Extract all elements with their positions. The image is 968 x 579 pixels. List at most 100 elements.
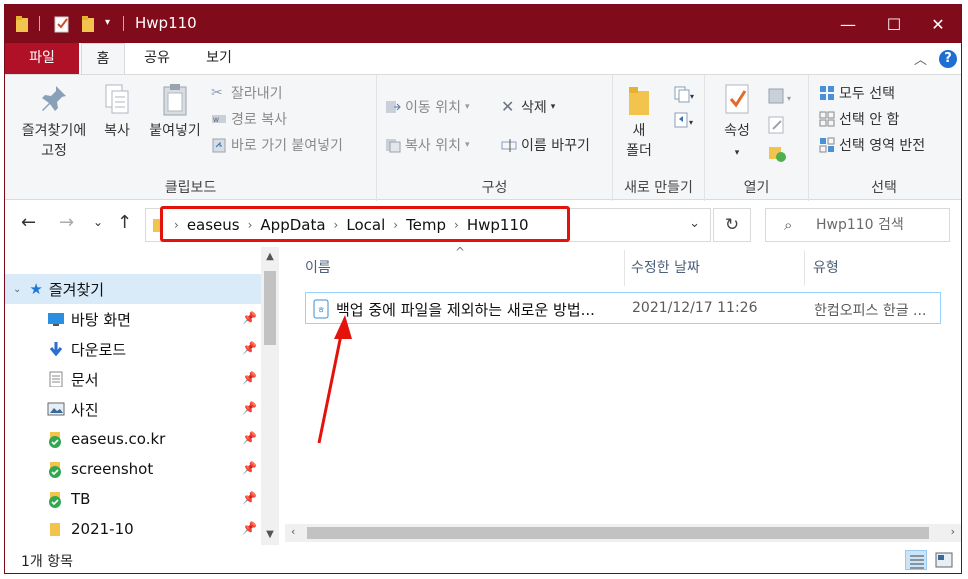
pin-icon[interactable]: 📌: [242, 461, 257, 475]
new-folder-button[interactable]: 새 폴더: [619, 83, 659, 161]
scroll-up-icon[interactable]: ▲: [261, 251, 279, 262]
select-all-button[interactable]: 모두 선택: [819, 83, 895, 103]
rename-button[interactable]: 이름 바꾸기: [501, 135, 590, 155]
paste-label: 붙여넣기: [149, 123, 201, 139]
pin-icon[interactable]: 📌: [242, 341, 257, 355]
nav-quick-access[interactable]: ⌄ ★ 즐겨찾기: [5, 274, 261, 304]
nav-item-label: 2021-10: [71, 520, 134, 538]
tab-file[interactable]: 파일: [5, 43, 79, 74]
tab-home[interactable]: 홈: [81, 43, 125, 75]
svg-text:▾: ▾: [689, 118, 693, 127]
paste-button[interactable]: 붙여넣기: [143, 83, 207, 141]
file-list-horizontal-scrollbar[interactable]: ‹ ›: [285, 524, 961, 542]
svg-text:ㅎ: ㅎ: [317, 306, 325, 316]
pin-icon[interactable]: 📌: [242, 491, 257, 505]
forward-arrow-icon[interactable]: →: [59, 212, 74, 233]
new-item-icon[interactable]: ▾: [673, 85, 697, 103]
back-arrow-icon[interactable]: ←: [21, 212, 36, 233]
breadcrumb-separator-icon[interactable]: ›: [334, 218, 339, 232]
separator: [123, 16, 124, 31]
window-title: Hwp110: [135, 14, 197, 32]
tab-share[interactable]: 공유: [135, 43, 179, 74]
breadcrumb-item[interactable]: Hwp110: [467, 216, 529, 234]
copy-to-button[interactable]: 복사 위치 ▾: [385, 135, 470, 155]
close-button[interactable]: ✕: [915, 5, 961, 43]
scroll-left-icon[interactable]: ‹: [291, 525, 295, 538]
breadcrumb-separator-icon[interactable]: ›: [174, 218, 179, 232]
delete-button[interactable]: ✕ 삭제 ▾: [501, 97, 555, 117]
properties-icon: [725, 84, 749, 114]
breadcrumb-separator-icon[interactable]: ›: [454, 218, 459, 232]
nav-pane-scrollbar[interactable]: ▲ ▼: [261, 247, 279, 545]
up-arrow-icon[interactable]: ↑: [117, 212, 132, 233]
minimize-button[interactable]: —: [825, 5, 871, 43]
easy-access-icon[interactable]: ▾: [673, 111, 697, 129]
invert-selection-icon: [819, 137, 835, 153]
nav-item-label: 사진: [71, 400, 99, 419]
nav-item-desktop[interactable]: 바탕 화면 📌: [5, 304, 261, 334]
new-folder-quick-icon[interactable]: [81, 15, 97, 33]
invert-selection-button[interactable]: 선택 영역 반전: [819, 135, 925, 155]
address-bar[interactable]: › easeus › AppData › Local › Temp › Hwp1…: [145, 208, 711, 242]
column-header-type[interactable]: 유형: [805, 250, 955, 286]
breadcrumb-separator-icon[interactable]: ›: [393, 218, 398, 232]
pin-icon[interactable]: 📌: [242, 401, 257, 415]
nav-item-downloads[interactable]: 다운로드 📌: [5, 334, 261, 364]
clipboard-group-label: 클립보드: [164, 180, 217, 196]
move-to-label: 이동 위치: [405, 100, 461, 116]
nav-item-screenshot[interactable]: screenshot 📌: [5, 454, 261, 484]
copy-button[interactable]: 복사: [97, 83, 137, 141]
breadcrumb: › easeus › AppData › Local › Temp › Hwp1…: [152, 209, 529, 241]
help-icon[interactable]: ?: [939, 50, 957, 68]
pin-icon[interactable]: 📌: [242, 431, 257, 445]
collapse-ribbon-chevron-icon[interactable]: ︿: [914, 49, 927, 68]
address-dropdown-chevron-icon[interactable]: ⌄: [689, 216, 700, 231]
column-header-modified[interactable]: 수정한 날짜: [625, 250, 805, 286]
select-none-button[interactable]: 선택 안 함: [819, 109, 899, 129]
pin-to-quick-access-button[interactable]: 즐겨찾기에 고정: [11, 83, 97, 161]
breadcrumb-separator-icon[interactable]: ›: [248, 218, 253, 232]
cut-button[interactable]: ✂ 잘라내기: [211, 83, 283, 103]
nav-item-tb[interactable]: TB 📌: [5, 484, 261, 514]
rename-icon: [501, 139, 517, 152]
edit-icon[interactable]: [767, 115, 787, 135]
file-row[interactable]: ㅎ 백업 중에 파일을 제외하는 새로운 방법... 2021/12/17 11…: [305, 292, 941, 324]
nav-item-2021-10[interactable]: 2021-10 📌: [5, 514, 261, 544]
refresh-icon[interactable]: ↻: [713, 208, 751, 242]
pin-icon[interactable]: 📌: [242, 371, 257, 385]
tab-view[interactable]: 보기: [197, 43, 241, 74]
scrollbar-thumb[interactable]: [264, 271, 276, 345]
ribbon-tabs: 파일 홈 공유 보기 ︿ ?: [5, 43, 961, 75]
new-group-label: 새로 만들기: [624, 180, 693, 196]
search-input[interactable]: ⌕ Hwp110 검색: [765, 208, 950, 242]
breadcrumb-item[interactable]: AppData: [260, 216, 325, 234]
customize-toolbar-chevron-icon[interactable]: ▾: [105, 17, 110, 35]
maximize-button[interactable]: ☐: [871, 5, 917, 43]
column-header-name[interactable]: 이름: [285, 250, 625, 286]
rename-label: 이름 바꾸기: [521, 138, 590, 154]
move-to-button[interactable]: 이동 위치 ▾: [385, 97, 470, 117]
recent-locations-chevron-icon[interactable]: ⌄: [93, 215, 103, 229]
breadcrumb-item[interactable]: easeus: [187, 216, 240, 234]
large-icons-view-icon[interactable]: [933, 550, 955, 570]
svg-text:▾: ▾: [787, 94, 791, 103]
scrollbar-thumb[interactable]: [307, 527, 929, 539]
details-view-icon[interactable]: [905, 550, 927, 570]
history-icon[interactable]: [767, 143, 787, 163]
copy-path-button[interactable]: W 경로 복사: [211, 109, 287, 129]
scroll-right-icon[interactable]: ›: [951, 525, 955, 538]
nav-item-pictures[interactable]: 사진 📌: [5, 394, 261, 424]
properties-quick-icon[interactable]: [53, 15, 71, 33]
expand-chevron-icon[interactable]: ⌄: [13, 284, 21, 295]
select-none-icon: [819, 111, 835, 127]
nav-item-easeus[interactable]: easeus.co.kr 📌: [5, 424, 261, 454]
scroll-down-icon[interactable]: ▼: [261, 529, 279, 540]
pin-icon[interactable]: 📌: [242, 521, 257, 535]
breadcrumb-item[interactable]: Local: [346, 216, 385, 234]
open-icon[interactable]: ▾: [767, 87, 795, 107]
pin-icon[interactable]: 📌: [242, 311, 257, 325]
properties-button[interactable]: 속성 ▾: [715, 83, 759, 163]
paste-shortcut-button[interactable]: 바로 가기 붙여넣기: [211, 135, 343, 155]
breadcrumb-item[interactable]: Temp: [406, 216, 446, 234]
nav-item-documents[interactable]: 문서 📌: [5, 364, 261, 394]
